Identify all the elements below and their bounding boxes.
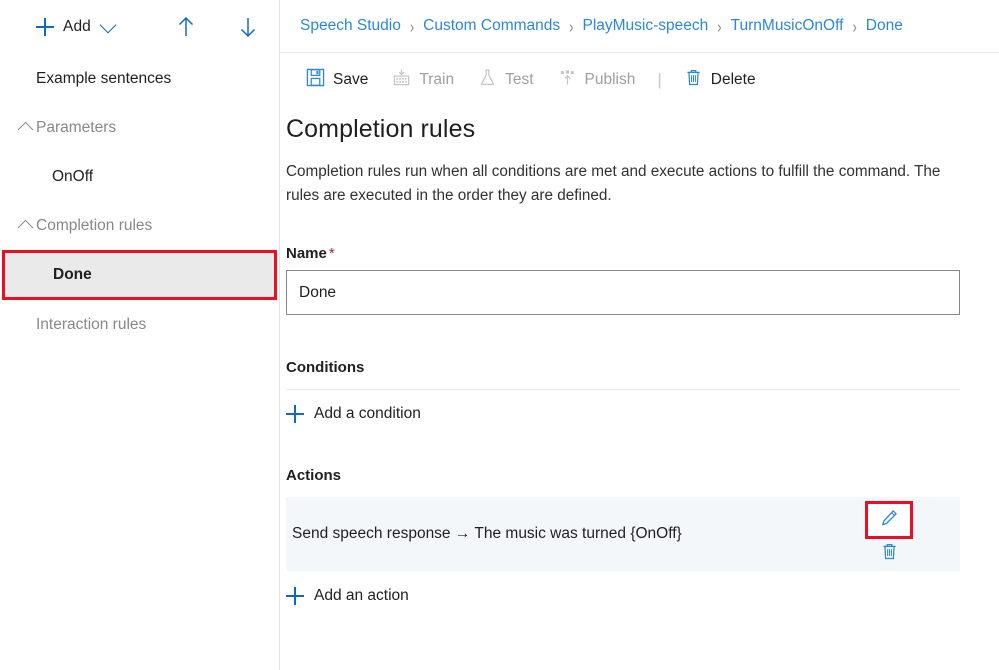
name-input[interactable]: Done xyxy=(286,270,960,315)
sidebar-group-completion-rules[interactable]: Completion rules xyxy=(0,201,279,250)
plus-icon xyxy=(286,587,304,605)
main-panel: Speech Studio › Custom Commands › PlayMu… xyxy=(280,0,999,670)
breadcrumb-separator: › xyxy=(852,16,856,36)
page-title: Completion rules xyxy=(286,115,999,144)
sidebar-toolbar: Add xyxy=(0,0,279,54)
add-action-label: Add an action xyxy=(314,587,409,605)
add-condition-label: Add a condition xyxy=(314,405,421,423)
page-description: Completion rules run when all conditions… xyxy=(286,160,966,207)
breadcrumb-separator: › xyxy=(717,16,721,36)
delete-action-button[interactable] xyxy=(876,541,902,567)
sidebar-item-example-sentences[interactable]: Example sentences xyxy=(0,54,279,103)
conditions-heading: Conditions xyxy=(286,359,999,376)
add-button[interactable]: Add xyxy=(36,18,114,36)
breadcrumb-item-playmusic-speech[interactable]: PlayMusic-speech xyxy=(582,17,708,35)
trash-icon xyxy=(684,68,703,92)
save-label: Save xyxy=(333,71,368,89)
toolbar-separator: | xyxy=(657,70,661,90)
plus-icon xyxy=(286,405,304,423)
sidebar-group-label: Completion rules xyxy=(36,217,152,235)
plus-icon xyxy=(36,18,54,36)
save-icon xyxy=(306,68,325,92)
breadcrumb-item-done[interactable]: Done xyxy=(866,17,903,35)
arrow-up-icon[interactable] xyxy=(176,15,196,39)
breadcrumb-separator: › xyxy=(569,16,573,36)
page-content: Completion rules Completion rules run wh… xyxy=(280,115,999,605)
sidebar-group-interaction-rules[interactable]: Interaction rules xyxy=(0,300,279,349)
train-label: Train xyxy=(419,71,454,89)
name-field-label: Name* xyxy=(286,245,999,262)
sidebar-item-done[interactable]: Done xyxy=(2,250,277,300)
edit-action-button[interactable] xyxy=(865,501,913,539)
sidebar-item-label: OnOff xyxy=(52,168,93,186)
add-action-button[interactable]: Add an action xyxy=(286,587,409,605)
breadcrumb-item-turnmusiconoff[interactable]: TurnMusicOnOff xyxy=(731,17,844,35)
action-row[interactable]: Send speech response → The music was tur… xyxy=(286,497,960,571)
publish-button[interactable]: Publish xyxy=(546,62,648,98)
chevron-up-icon xyxy=(14,218,36,233)
sidebar-item-label: Done xyxy=(5,266,92,284)
actions-heading: Actions xyxy=(286,467,999,484)
breadcrumb-separator: › xyxy=(410,16,414,36)
sidebar-group-label: Parameters xyxy=(36,119,116,137)
test-button[interactable]: Test xyxy=(466,62,545,98)
action-row-text: Send speech response → The music was tur… xyxy=(286,525,682,543)
delete-label: Delete xyxy=(711,71,756,89)
sidebar-item-onoff[interactable]: OnOff xyxy=(0,152,279,201)
train-button[interactable]: Train xyxy=(380,62,466,98)
name-label-text: Name xyxy=(286,245,327,262)
command-bar: Save xyxy=(280,53,999,107)
sidebar-item-done-wrapper: Done xyxy=(2,250,277,300)
publish-icon xyxy=(558,68,577,92)
add-condition-button[interactable]: Add a condition xyxy=(286,405,421,423)
chevron-up-icon xyxy=(14,120,36,135)
breadcrumb-item-custom-commands[interactable]: Custom Commands xyxy=(423,17,560,35)
breadcrumb: Speech Studio › Custom Commands › PlayMu… xyxy=(280,0,999,53)
test-label: Test xyxy=(505,71,533,89)
sidebar-group-label: Interaction rules xyxy=(36,316,146,334)
add-button-label: Add xyxy=(63,18,91,36)
train-icon xyxy=(392,68,411,92)
app-root: Add Example sentences xyxy=(0,0,999,670)
beaker-icon xyxy=(478,68,497,92)
required-marker: * xyxy=(329,245,335,262)
reorder-arrows xyxy=(176,15,258,39)
breadcrumb-item-speech-studio[interactable]: Speech Studio xyxy=(300,17,401,35)
pencil-icon xyxy=(879,508,899,533)
conditions-divider xyxy=(286,389,960,390)
sidebar-group-parameters[interactable]: Parameters xyxy=(0,103,279,152)
trash-icon xyxy=(880,542,899,566)
sidebar-item-label: Example sentences xyxy=(36,70,171,88)
save-button[interactable]: Save xyxy=(294,62,380,98)
sidebar: Add Example sentences xyxy=(0,0,280,670)
delete-button[interactable]: Delete xyxy=(672,62,768,98)
arrow-down-icon[interactable] xyxy=(238,15,258,39)
action-row-controls xyxy=(865,497,913,571)
chevron-down-icon xyxy=(99,16,116,33)
publish-label: Publish xyxy=(585,71,636,89)
